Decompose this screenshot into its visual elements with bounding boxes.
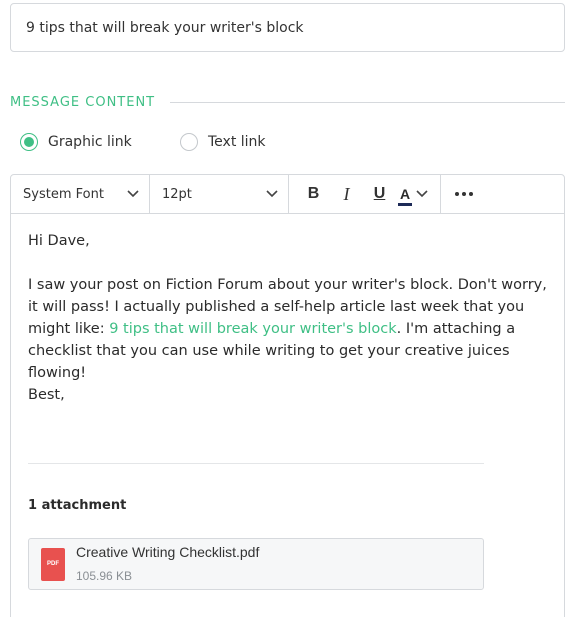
- message-editor[interactable]: System Font 12pt B I U A Hi Dave, I saw …: [10, 174, 565, 617]
- subject-input[interactable]: 9 tips that will break your writer's blo…: [10, 3, 565, 52]
- radio-text-link[interactable]: Text link: [180, 133, 266, 151]
- chevron-down-icon: [127, 190, 139, 198]
- chevron-down-icon: [266, 190, 278, 198]
- section-divider: [170, 102, 565, 103]
- font-size-value: 12pt: [162, 186, 192, 202]
- article-link[interactable]: 9 tips that will break your writer's blo…: [109, 321, 396, 337]
- message-greeting: Hi Dave,: [28, 233, 90, 249]
- attachment-info: Creative Writing Checklist.pdf 105.96 KB: [76, 541, 259, 587]
- font-size-select[interactable]: 12pt: [150, 175, 289, 213]
- radio-text-link-label: Text link: [208, 134, 266, 150]
- attachments-title: 1 attachment: [28, 498, 127, 513]
- editor-toolbar: System Font 12pt B I U A: [11, 175, 564, 214]
- bold-button[interactable]: B: [297, 175, 330, 213]
- format-buttons: B I U A: [289, 175, 442, 213]
- attachment-card[interactable]: PDF Creative Writing Checklist.pdf 105.9…: [28, 538, 484, 590]
- pdf-file-icon: PDF: [41, 547, 65, 581]
- chevron-down-icon: [416, 190, 428, 198]
- message-paragraph: I saw your post on Fiction Forum about y…: [28, 274, 550, 384]
- message-closing: Best,: [28, 387, 65, 403]
- subject-input-value: 9 tips that will break your writer's blo…: [26, 19, 304, 36]
- underline-button[interactable]: U: [363, 175, 396, 213]
- attachment-name: Creative Writing Checklist.pdf: [76, 544, 260, 560]
- font-family-select[interactable]: System Font: [11, 175, 150, 213]
- more-options-button[interactable]: [441, 175, 474, 213]
- font-family-value: System Font: [23, 186, 104, 202]
- attachment-size: 105.96 KB: [76, 569, 133, 583]
- italic-button[interactable]: I: [330, 175, 363, 213]
- more-dots-icon: [455, 192, 474, 196]
- radio-graphic-link[interactable]: Graphic link: [20, 133, 132, 151]
- text-color-button[interactable]: A: [396, 186, 432, 206]
- section-title: MESSAGE CONTENT: [10, 95, 156, 110]
- radio-unselected-icon[interactable]: [180, 133, 198, 151]
- radio-graphic-link-label: Graphic link: [48, 134, 132, 150]
- radio-selected-icon[interactable]: [20, 133, 38, 151]
- text-color-icon: A: [397, 186, 413, 206]
- attachment-divider: [28, 463, 484, 464]
